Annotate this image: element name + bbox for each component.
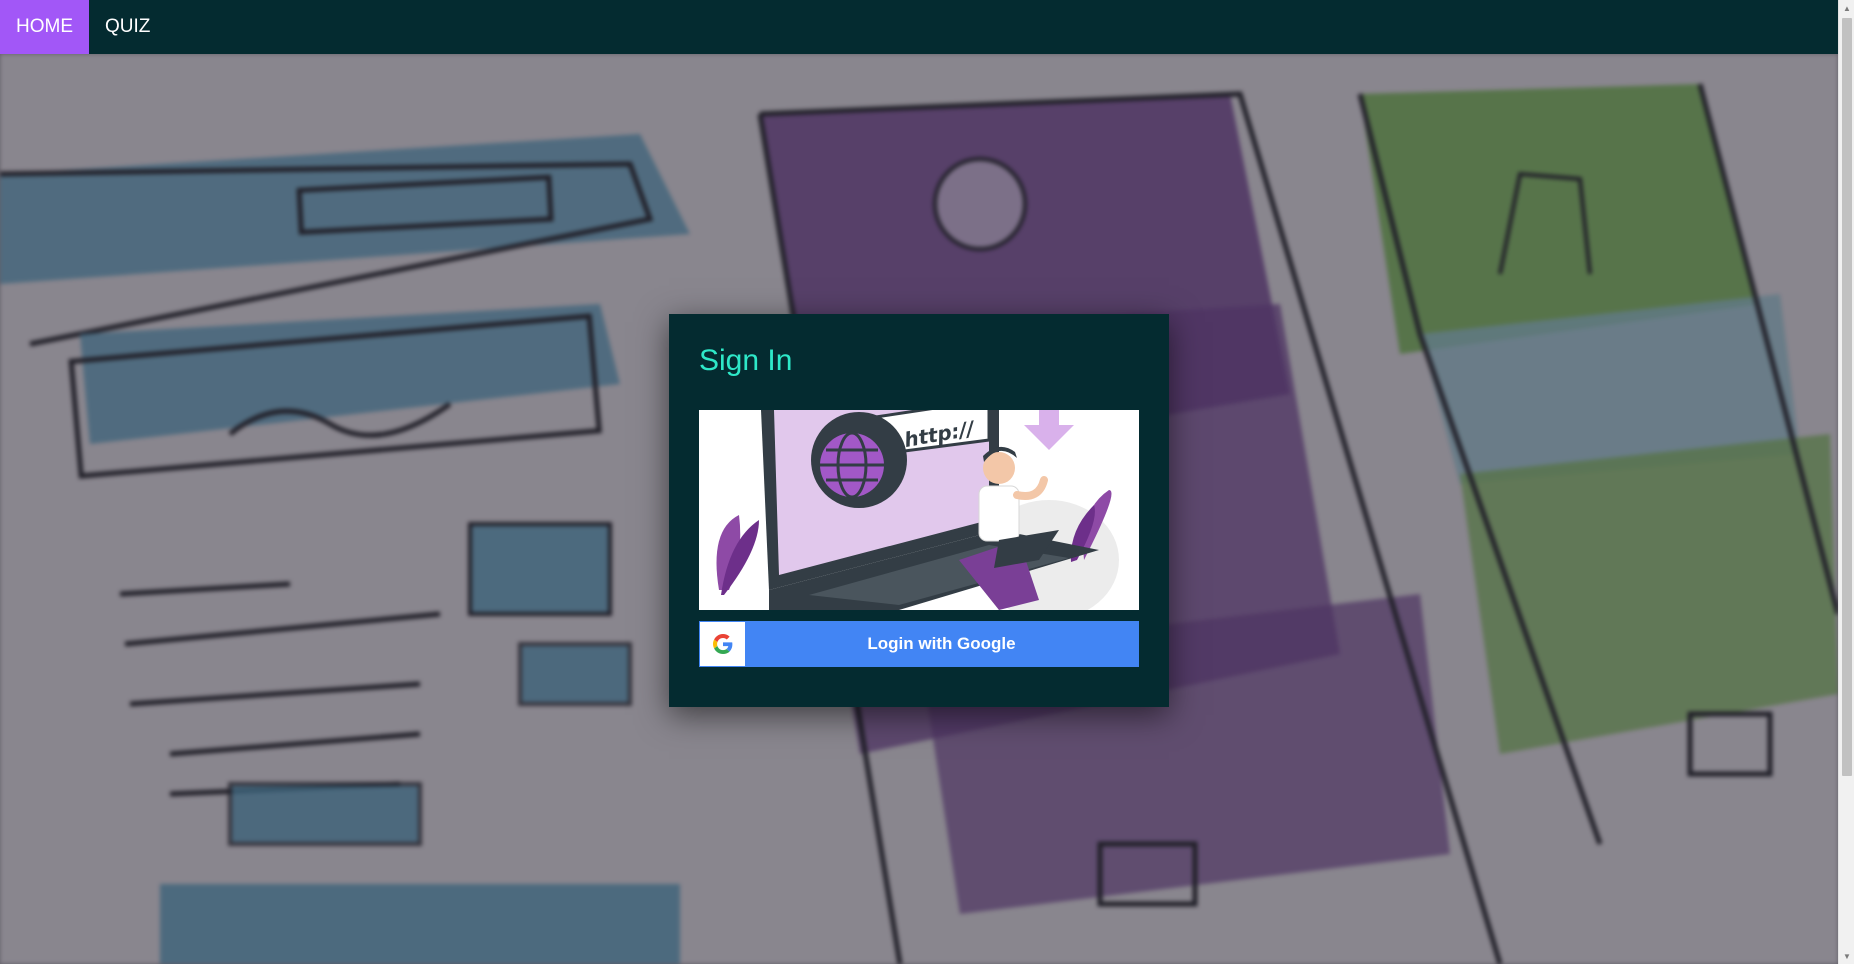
google-g-icon <box>712 634 732 654</box>
google-logo-container <box>700 622 745 666</box>
login-illustration-image: http:// <box>699 410 1139 610</box>
google-button-label: Login with Google <box>867 634 1016 653</box>
nav-home-link[interactable]: HOME <box>0 0 89 54</box>
login-with-google-button[interactable]: Login with Google <box>699 621 1139 667</box>
signin-title: Sign In <box>699 344 793 377</box>
scroll-down-arrow-icon[interactable]: ▼ <box>1839 948 1854 964</box>
scroll-up-arrow-icon[interactable]: ▲ <box>1839 0 1854 16</box>
signin-card: Sign In http:// Login with Google <box>669 314 1169 707</box>
top-navbar: HOME QUIZ <box>0 0 1838 54</box>
page-scrollbar[interactable]: ▲ ▼ <box>1838 0 1854 964</box>
nav-quiz-link[interactable]: QUIZ <box>89 0 166 54</box>
scrollbar-thumb[interactable] <box>1842 18 1852 776</box>
